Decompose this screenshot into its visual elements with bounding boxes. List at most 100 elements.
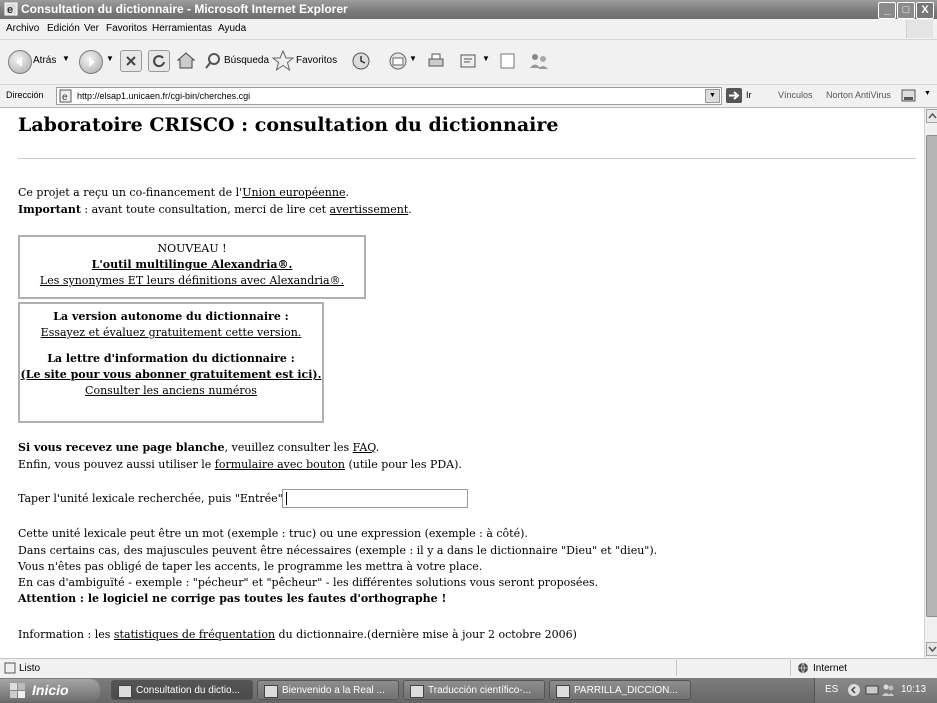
standalone-heading: La version autonome du dictionnaire : xyxy=(53,310,289,323)
newsletter-subscribe-link[interactable]: (Le site pour vous abonner gratuitement … xyxy=(21,368,322,381)
tray-arrow-icon[interactable] xyxy=(847,683,861,697)
taskbar-item[interactable]: Traducción científico-... xyxy=(403,680,545,700)
page-content: Laboratoire CRISCO : consultation du dic… xyxy=(0,108,924,658)
mail-dropdown-icon[interactable]: ▼ xyxy=(409,54,417,63)
taskbar-item-label: Traducción científico-... xyxy=(428,685,532,696)
search-icon[interactable] xyxy=(204,52,222,70)
nouveau-heading: NOUVEAU ! xyxy=(157,242,227,255)
blank-page-text: , veuillez consulter les xyxy=(224,441,353,454)
norton-antivirus-label[interactable]: Norton AntiVirus xyxy=(826,90,891,100)
start-label: Inicio xyxy=(32,682,69,698)
taskbar-item[interactable]: Consultation du dictio... xyxy=(111,680,253,700)
messenger-icon[interactable] xyxy=(528,51,550,71)
important-text: : avant toute consultation, merci de lir… xyxy=(80,203,330,216)
taskbar: Inicio Consultation du dictio... Bienven… xyxy=(0,678,937,703)
stats-link[interactable]: statistiques de fréquentation xyxy=(114,628,275,641)
menu-ayuda[interactable]: Ayuda xyxy=(218,23,246,34)
word-document-icon xyxy=(556,685,570,698)
menu-favoritos[interactable]: Favoritos xyxy=(106,23,147,34)
text-cursor xyxy=(286,492,287,505)
blank-page-line: Si vous recevez une page blanche, veuill… xyxy=(18,441,379,454)
print-icon[interactable] xyxy=(426,51,446,71)
address-url: http://elsap1.unicaen.fr/cgi-bin/cherche… xyxy=(77,91,251,101)
address-dropdown-icon[interactable]: ▼ xyxy=(705,89,720,103)
favorites-star-icon[interactable] xyxy=(272,50,294,72)
window-title: Consultation du dictionnaire - Microsoft… xyxy=(21,2,348,16)
scrollbar-thumb[interactable] xyxy=(926,135,937,617)
language-indicator[interactable]: ES xyxy=(825,684,838,695)
windows-logo-icon xyxy=(906,20,933,38)
union-europeenne-link[interactable]: Union européenne xyxy=(242,186,345,199)
menu-archivo[interactable]: Archivo xyxy=(6,23,39,34)
blank-page-suffix: . xyxy=(375,441,380,454)
svg-text:e: e xyxy=(7,4,13,16)
alexandria-multilingual-link[interactable]: L'outil multilingue Alexandria®. xyxy=(92,258,293,271)
funding-suffix: . xyxy=(345,186,349,199)
menu-edicion[interactable]: Edición xyxy=(47,23,80,34)
search-button-label[interactable]: Búsqueda xyxy=(224,55,269,66)
minimize-button[interactable]: _ xyxy=(878,2,896,19)
info-line: Cette unité lexicale peut être un mot (e… xyxy=(18,527,528,540)
edit-dropdown-icon[interactable]: ▼ xyxy=(482,54,490,63)
blank-page-bold: Si vous recevez une page blanche xyxy=(18,441,225,454)
network-icon[interactable] xyxy=(865,683,879,697)
stats-line: Information : les statistiques de fréque… xyxy=(18,628,577,641)
links-label[interactable]: Vínculos xyxy=(778,90,813,100)
ie-task-icon xyxy=(118,685,132,698)
go-arrow-icon[interactable] xyxy=(726,88,742,103)
history-icon[interactable] xyxy=(351,51,371,71)
address-bar: Dirección e http://elsap1.unicaen.fr/cgi… xyxy=(0,85,937,108)
form-with-button-link[interactable]: formulaire avec bouton xyxy=(215,458,345,471)
scroll-down-icon[interactable] xyxy=(926,642,937,656)
taskbar-item[interactable]: PARRILLA_DICCION... xyxy=(549,680,691,700)
menu-bar: Archivo Edición Ver Favoritos Herramient… xyxy=(0,19,937,40)
vertical-scrollbar[interactable] xyxy=(924,108,937,658)
taskbar-item[interactable]: Bienvenido a la Real ... xyxy=(257,680,399,700)
address-label: Dirección xyxy=(6,90,44,100)
scroll-up-icon[interactable] xyxy=(926,109,937,123)
faq-link[interactable]: FAQ xyxy=(353,441,376,454)
favorites-button-label[interactable]: Favoritos xyxy=(296,55,337,66)
norton-icon[interactable] xyxy=(901,88,917,103)
menu-herramientas[interactable]: Herramientas xyxy=(152,23,212,34)
users-icon[interactable] xyxy=(881,683,895,697)
discuss-icon[interactable] xyxy=(498,51,518,71)
mail-icon[interactable] xyxy=(388,51,408,71)
system-tray: ES 10:13 xyxy=(814,678,937,703)
important-line: Important : avant toute consultation, me… xyxy=(18,203,412,216)
norton-dropdown-icon[interactable]: ▼ xyxy=(924,90,931,97)
form-suffix: (utile pour les PDA). xyxy=(344,458,462,471)
ie-task-icon xyxy=(264,685,278,698)
back-arrow-icon[interactable] xyxy=(8,50,32,74)
home-icon[interactable] xyxy=(175,50,196,70)
important-suffix: . xyxy=(408,203,412,216)
back-dropdown-icon[interactable]: ▼ xyxy=(62,54,70,63)
folder-task-icon xyxy=(410,685,424,698)
forward-arrow-icon[interactable] xyxy=(79,50,103,74)
forward-dropdown-icon[interactable]: ▼ xyxy=(106,54,114,63)
nouveau-box: NOUVEAU ! L'outil multilingue Alexandria… xyxy=(18,235,366,299)
clock: 10:13 xyxy=(901,684,927,695)
menu-ver[interactable]: Ver xyxy=(84,23,99,34)
alexandria-synonyms-link[interactable]: Les synonymes ET leurs définitions avec … xyxy=(40,274,344,287)
status-pane xyxy=(676,660,787,676)
standalone-trial-link[interactable]: Essayez et évaluez gratuitement cette ve… xyxy=(41,326,302,339)
info-line: En cas d'ambiguïté - exemple : "pécheur"… xyxy=(18,576,599,589)
form-line: Enfin, vous pouvez aussi utiliser le for… xyxy=(18,458,462,471)
address-input[interactable]: e http://elsap1.unicaen.fr/cgi-bin/cherc… xyxy=(56,87,722,105)
status-bar: Listo Internet xyxy=(0,658,937,678)
lexical-unit-input[interactable] xyxy=(282,489,468,508)
edit-icon[interactable] xyxy=(458,51,478,71)
newsletter-archive-link[interactable]: Consulter les anciens numéros xyxy=(85,384,257,397)
stop-icon[interactable] xyxy=(120,50,142,72)
close-button[interactable]: X xyxy=(916,2,934,19)
maximize-button[interactable]: □ xyxy=(897,2,915,19)
start-button[interactable]: Inicio xyxy=(0,679,100,702)
toolbar: Atrás ▼ ▼ Búsqueda Favoritos ▼ ▼ xyxy=(0,40,937,85)
window-title-bar[interactable]: e Consultation du dictionnaire - Microso… xyxy=(0,0,937,19)
important-label: Important xyxy=(18,203,81,216)
go-button-label[interactable]: Ir xyxy=(746,90,752,100)
refresh-icon[interactable] xyxy=(148,50,170,72)
back-button-label[interactable]: Atrás xyxy=(33,55,56,66)
avertissement-link[interactable]: avertissement xyxy=(330,203,409,216)
